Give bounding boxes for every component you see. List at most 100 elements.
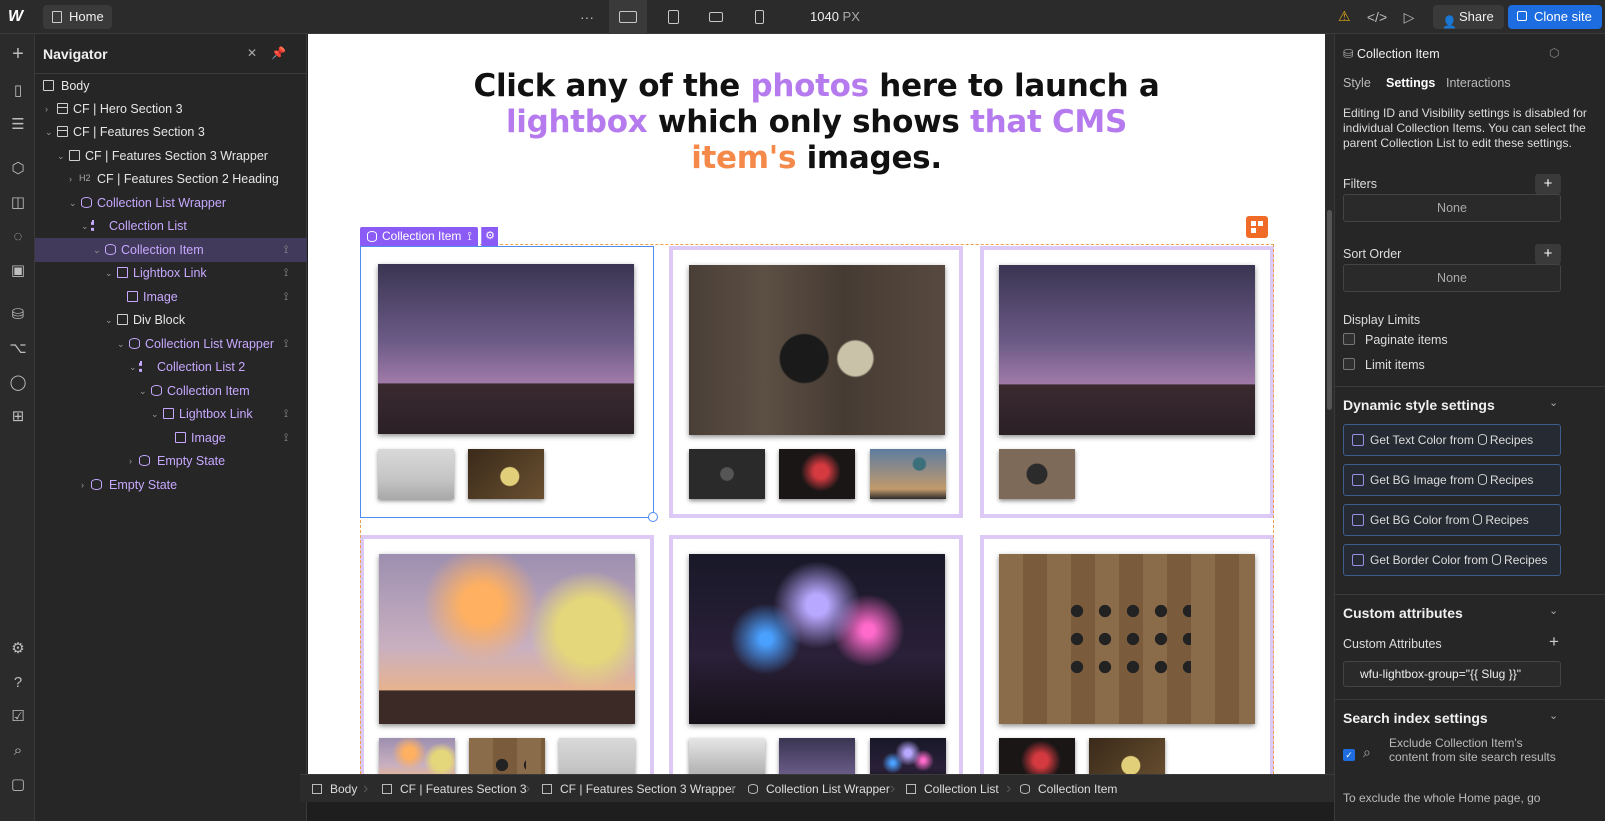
- thumbnail-image[interactable]: [779, 449, 855, 499]
- component-icon[interactable]: ⬡: [1549, 46, 1559, 60]
- cms-icon[interactable]: ⛁: [8, 304, 28, 324]
- pin-panel-icon[interactable]: 📌: [271, 46, 286, 60]
- tree-item-collection-item-2[interactable]: ⌄ Collection Item: [35, 379, 307, 403]
- expand-caret-icon[interactable]: ›: [81, 473, 91, 497]
- add-filter-button[interactable]: +: [1535, 174, 1561, 194]
- checkbox[interactable]: [1352, 514, 1364, 526]
- sort-order-value[interactable]: None: [1343, 264, 1561, 292]
- edit-grid-icon[interactable]: [1246, 216, 1268, 238]
- collection-item-card-2[interactable]: [669, 246, 963, 518]
- breadcrumb-collection-item[interactable]: Collection Item: [1020, 775, 1117, 803]
- thumbnail-image[interactable]: [469, 738, 545, 774]
- collapse-caret-icon[interactable]: ⌄: [45, 120, 55, 144]
- tree-item-lightbox-link[interactable]: ⌄ Lightbox Link ⟟: [35, 261, 307, 285]
- canvas-width-readout[interactable]: 1040 PX: [810, 9, 860, 24]
- help-icon[interactable]: ?: [8, 672, 28, 692]
- search-icon[interactable]: ⌕: [8, 740, 28, 760]
- thumbnail-image[interactable]: [999, 738, 1075, 774]
- collapse-caret-icon[interactable]: ⌄: [105, 261, 115, 285]
- tree-item-features-section[interactable]: ⌄ CF | Features Section 3: [35, 120, 307, 144]
- resize-handle[interactable]: [648, 512, 658, 522]
- custom-attribute-field[interactable]: wfu-lightbox-group="{{ Slug }}": [1343, 661, 1561, 687]
- thumbnail-image[interactable]: [1089, 738, 1165, 774]
- tab-interactions[interactable]: Interactions: [1446, 76, 1511, 90]
- concert-photo[interactable]: [689, 554, 945, 724]
- element-settings-gear-icon[interactable]: ⚙: [481, 227, 498, 246]
- style-selectors-icon[interactable]: ◫: [8, 192, 28, 212]
- variables-icon[interactable]: ◌: [8, 226, 28, 246]
- clone-site-button[interactable]: Clone site: [1508, 5, 1602, 29]
- mobile-landscape-icon[interactable]: [697, 0, 735, 34]
- scrollbar-thumb[interactable]: [1327, 210, 1332, 410]
- tab-settings[interactable]: Settings: [1386, 76, 1435, 90]
- collection-item-card-3[interactable]: [980, 246, 1274, 518]
- thumbnail-image[interactable]: [559, 738, 635, 774]
- checkbox[interactable]: [1343, 358, 1355, 370]
- tree-item-collection-list-wrapper[interactable]: ⌄ Collection List Wrapper: [35, 191, 307, 215]
- collapse-caret-icon[interactable]: ⌄: [57, 144, 67, 168]
- add-sort-button[interactable]: +: [1535, 244, 1561, 264]
- thumbnail-image[interactable]: [379, 738, 455, 774]
- tab-style[interactable]: Style: [1343, 76, 1371, 90]
- tree-item-empty-state-outer[interactable]: › Empty State: [35, 473, 307, 497]
- breadcrumb-body[interactable]: Body: [312, 775, 357, 803]
- breadcrumb-features-wrapper[interactable]: CF | Features Section 3 Wrapper: [542, 775, 736, 803]
- thumbnail-image[interactable]: [870, 449, 946, 499]
- apps-icon[interactable]: ⊞: [8, 406, 28, 426]
- tree-item-collection-item-selected[interactable]: ⌄ Collection Item ⟟: [35, 238, 307, 262]
- thumbnail-image[interactable]: [779, 738, 855, 774]
- warning-icon[interactable]: ⚠: [1338, 8, 1351, 25]
- camera-photo[interactable]: [689, 265, 945, 435]
- dynamic-style-section-header[interactable]: Dynamic style settings ⌄: [1335, 386, 1605, 420]
- thumbnail-image[interactable]: [689, 449, 765, 499]
- tree-item-empty-state-inner[interactable]: › Empty State: [35, 449, 307, 473]
- collapse-caret-icon[interactable]: ⌄: [151, 402, 161, 426]
- dynamic-border-color-option[interactable]: Get Border Color from Recipes: [1343, 544, 1561, 576]
- collapse-caret-icon[interactable]: ⌄: [93, 238, 103, 262]
- expand-caret-icon[interactable]: ›: [45, 97, 55, 121]
- users-icon[interactable]: ◯: [8, 372, 28, 392]
- collapse-caret-icon[interactable]: ⌄: [129, 355, 139, 379]
- preview-play-icon[interactable]: ▷: [1390, 0, 1428, 34]
- collapse-all-icon[interactable]: ✕: [247, 46, 257, 60]
- lantern-photo[interactable]: [379, 554, 635, 724]
- mobile-portrait-icon[interactable]: [740, 0, 778, 34]
- selected-element-tag[interactable]: Collection Item ⟟: [360, 227, 478, 246]
- exclude-search-checkbox[interactable]: ✓: [1343, 749, 1355, 761]
- filters-value[interactable]: None: [1343, 194, 1561, 222]
- checkbox[interactable]: [1343, 333, 1355, 345]
- breadcrumb-collection-list-wrapper[interactable]: Collection List Wrapper: [748, 775, 890, 803]
- features-heading[interactable]: Click any of the photos here to launch a…: [458, 68, 1175, 176]
- dynamic-text-color-option[interactable]: Get Text Color from Recipes: [1343, 424, 1561, 456]
- pages-icon[interactable]: ▯: [8, 80, 28, 100]
- thumbnail-image[interactable]: [870, 738, 946, 774]
- search-index-section-header[interactable]: Search index settings ⌄: [1335, 699, 1605, 733]
- expand-caret-icon[interactable]: ›: [129, 449, 139, 473]
- expand-caret-icon[interactable]: ›: [69, 167, 79, 191]
- tree-item-collection-list-wrapper-2[interactable]: ⌄ Collection List Wrapper ⟟: [35, 332, 307, 356]
- camera-gear-flatlay-photo[interactable]: [999, 554, 1255, 724]
- collection-item-card-4[interactable]: [360, 535, 654, 774]
- thumbnail-image[interactable]: [999, 449, 1075, 499]
- tree-item-image[interactable]: Image ⟟: [35, 285, 307, 309]
- tree-item-body[interactable]: Body: [35, 74, 307, 98]
- tree-item-features-wrapper[interactable]: ⌄ CF | Features Section 3 Wrapper: [35, 144, 307, 168]
- checkbox[interactable]: [1352, 474, 1364, 486]
- logic-icon[interactable]: ⌥: [8, 338, 28, 358]
- add-attribute-button[interactable]: +: [1549, 632, 1559, 652]
- breadcrumb-features-section[interactable]: CF | Features Section 3: [382, 775, 527, 803]
- webflow-logo[interactable]: W: [8, 8, 30, 26]
- collapse-caret-icon[interactable]: ⌄: [69, 191, 79, 215]
- portland-sign-photo[interactable]: [999, 265, 1255, 435]
- thumbnail-image[interactable]: [689, 738, 765, 774]
- page-selector[interactable]: Home: [43, 5, 112, 29]
- tree-item-image-2[interactable]: Image ⟟: [35, 426, 307, 450]
- tree-item-div-block[interactable]: ⌄ Div Block: [35, 308, 307, 332]
- tree-item-hero-section[interactable]: › CF | Hero Section 3: [35, 97, 307, 121]
- collection-item-card-6[interactable]: [980, 535, 1274, 774]
- video-help-icon[interactable]: ▢: [8, 774, 28, 794]
- breadcrumb-collection-list[interactable]: Collection List: [906, 775, 999, 803]
- desktop-breakpoint-icon[interactable]: [609, 0, 647, 34]
- assets-icon[interactable]: ▣: [8, 260, 28, 280]
- collapse-caret-icon[interactable]: ⌄: [81, 214, 91, 238]
